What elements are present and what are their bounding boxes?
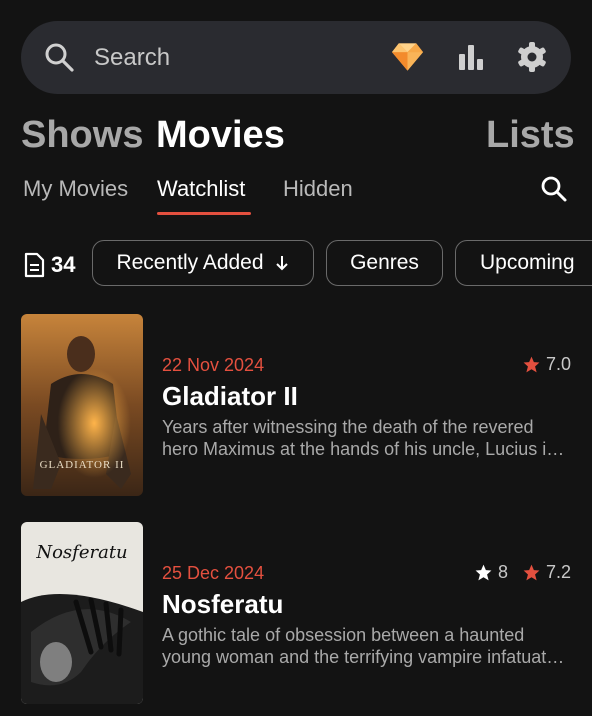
rating: 7.0 — [522, 354, 571, 375]
genres-button[interactable]: Genres — [326, 240, 443, 286]
user-star-icon — [475, 564, 492, 581]
poster-title: GLADIATOR II — [40, 459, 125, 471]
rating: 8 7.2 — [474, 562, 571, 583]
premium-diamond-icon[interactable] — [391, 41, 424, 73]
tab-movies[interactable]: Movies — [156, 114, 285, 157]
settings-icon[interactable] — [516, 41, 548, 73]
sort-button[interactable]: Recently Added — [92, 240, 314, 286]
description-line: hero Maximus at the hands of his uncle, … — [162, 439, 565, 459]
upcoming-button[interactable]: Upcoming — [455, 240, 592, 286]
movie-card[interactable]: GLADIATOR II 22 Nov 2024 7.0 Gladiator I… — [0, 314, 592, 498]
search-input[interactable]: Search — [94, 44, 170, 72]
release-date: 25 Dec 2024 — [162, 563, 265, 583]
subtab-watchlist[interactable]: Watchlist — [157, 176, 245, 202]
search-bar[interactable]: Search — [21, 21, 571, 94]
document-icon — [24, 252, 45, 278]
star-icon — [523, 356, 540, 373]
movie-description: Years after witnessing the death of the … — [162, 416, 570, 460]
filter-bar: 34 Recently Added Genres Upcoming — [0, 240, 592, 290]
sort-label: Recently Added — [116, 251, 264, 274]
movie-poster[interactable]: Nosferatu — [21, 522, 143, 704]
search-icon[interactable] — [539, 174, 569, 204]
tab-shows[interactable]: Shows — [21, 114, 143, 157]
subtab-my-movies[interactable]: My Movies — [23, 176, 128, 202]
arrow-down-icon — [275, 256, 288, 271]
movie-description: A gothic tale of obsession between a hau… — [162, 624, 570, 668]
movie-card[interactable]: Nosferatu 25 Dec 2024 8 7.2 Nosferatu A … — [0, 522, 592, 706]
main-tabs: Shows Movies Lists — [0, 114, 592, 160]
count-value: 34 — [51, 252, 76, 277]
user-rating-value: 8 — [497, 562, 508, 582]
movie-title: Nosferatu — [162, 589, 284, 619]
rating-value: 7.0 — [545, 354, 571, 374]
genres-label: Genres — [350, 251, 419, 274]
star-icon — [523, 564, 540, 581]
item-count: 34 — [22, 252, 75, 278]
description-line: Years after witnessing the death of the … — [162, 417, 534, 437]
active-tab-indicator — [157, 212, 251, 215]
movie-title: Gladiator II — [162, 381, 298, 411]
subtab-hidden[interactable]: Hidden — [283, 176, 353, 202]
sub-tabs: My Movies Watchlist Hidden — [0, 176, 592, 216]
rating-value: 7.2 — [545, 562, 571, 582]
description-line: A gothic tale of obsession between a hau… — [162, 625, 525, 645]
release-date: 22 Nov 2024 — [162, 355, 265, 375]
movie-poster[interactable]: GLADIATOR II — [21, 314, 143, 496]
tab-lists[interactable]: Lists — [486, 114, 575, 157]
search-icon — [45, 43, 74, 72]
description-line: young woman and the terrifying vampire i… — [162, 647, 565, 667]
stats-icon[interactable] — [456, 42, 486, 72]
upcoming-label: Upcoming — [480, 251, 575, 274]
poster-title: Nosferatu — [35, 542, 127, 563]
